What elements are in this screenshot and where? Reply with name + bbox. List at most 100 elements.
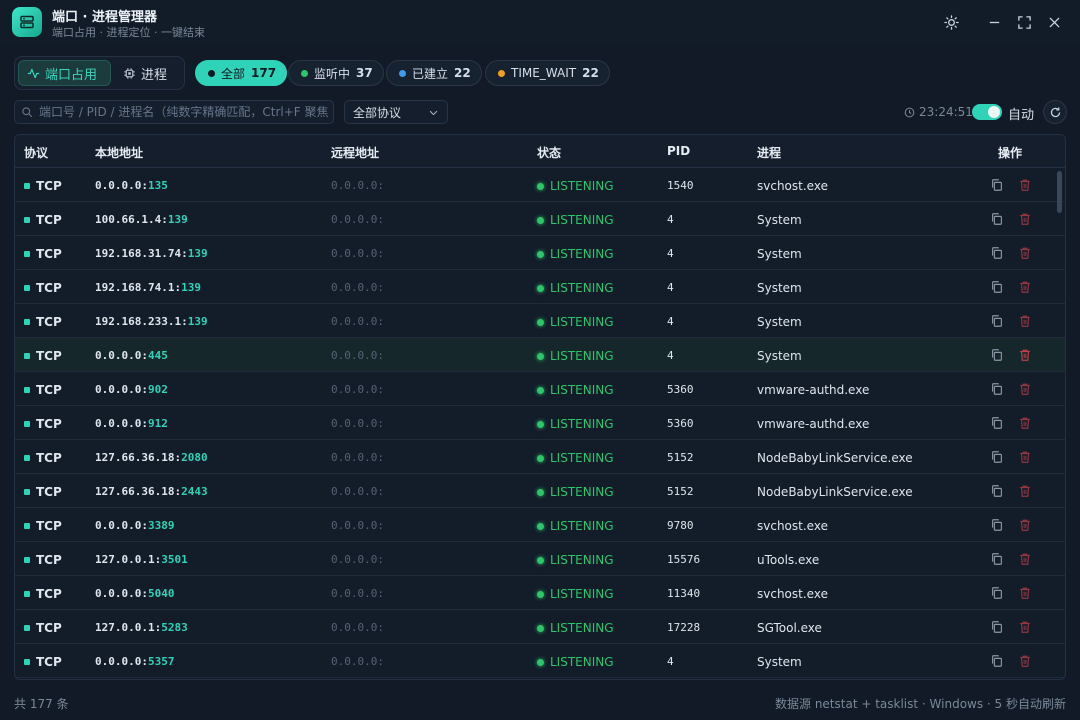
- delete-icon[interactable]: [1018, 586, 1032, 600]
- column-header-remote[interactable]: 远程地址: [331, 144, 379, 161]
- tab-processes[interactable]: 进程: [115, 60, 183, 86]
- delete-icon[interactable]: [1018, 280, 1032, 294]
- pid-cell: 5152: [667, 451, 694, 464]
- protocol-cell: TCP: [24, 315, 62, 329]
- column-header-local[interactable]: 本地地址: [95, 144, 143, 161]
- table-row[interactable]: TCP 127.0.0.1:5283 0.0.0.0: LISTENING 17228 S…: [15, 610, 1065, 644]
- protocol-marker: [24, 421, 30, 427]
- delete-icon[interactable]: [1018, 314, 1032, 328]
- copy-icon[interactable]: [990, 450, 1004, 464]
- column-header-process[interactable]: 进程: [757, 144, 781, 161]
- copy-icon[interactable]: [990, 382, 1004, 396]
- local-ip: 100.66.1.4:: [95, 213, 168, 226]
- app-title: 端口 · 进程管理器: [52, 10, 157, 25]
- filter-chip-listening[interactable]: 监听中 37: [288, 60, 384, 86]
- table-row[interactable]: TCP 100.66.1.4:139 0.0.0.0: LISTENING 4 Syste…: [15, 202, 1065, 236]
- filter-chip-time-wait[interactable]: TIME_WAIT 22: [485, 60, 610, 86]
- protocol-select[interactable]: 全部协议: [344, 100, 448, 124]
- protocol-cell: TCP: [24, 621, 62, 635]
- theme-toggle-button[interactable]: [940, 11, 962, 33]
- state-cell: LISTENING: [537, 315, 614, 329]
- minimize-button[interactable]: [983, 11, 1005, 33]
- remote-address-cell: 0.0.0.0:: [331, 621, 384, 634]
- table-row[interactable]: TCP 0.0.0.0:912 0.0.0.0: LISTENING 5360 vmwar…: [15, 406, 1065, 440]
- state-cell: LISTENING: [537, 213, 614, 227]
- table-row[interactable]: TCP 127.0.0.1:3501 0.0.0.0: LISTENING 15576 u…: [15, 542, 1065, 576]
- local-port: 135: [147, 179, 168, 192]
- table-row[interactable]: TCP 0.0.0.0:445 0.0.0.0: LISTENING 4 System: [15, 338, 1065, 372]
- filter-label: 已建立: [412, 66, 449, 81]
- delete-icon[interactable]: [1018, 212, 1032, 226]
- filter-chip-established[interactable]: 已建立 22: [386, 60, 482, 86]
- search-input[interactable]: [39, 105, 329, 119]
- title-bar: 端口 · 进程管理器 端口占用 · 进程定位 · 一键结束: [0, 0, 1080, 44]
- column-header-pid[interactable]: PID: [667, 144, 690, 158]
- state-dot: [537, 522, 544, 530]
- pid-cell: 15576: [667, 553, 701, 566]
- copy-icon[interactable]: [990, 246, 1004, 260]
- close-button[interactable]: [1043, 11, 1065, 33]
- table-row[interactable]: TCP 127.66.36.18:2443 0.0.0.0: LISTENING 515…: [15, 474, 1065, 508]
- tab-ports[interactable]: 端口占用: [18, 60, 111, 86]
- table-row[interactable]: TCP 0.0.0.0:3389 0.0.0.0: LISTENING 9780 svch…: [15, 508, 1065, 542]
- delete-icon[interactable]: [1018, 416, 1032, 430]
- table-row[interactable]: TCP 192.168.31.74:139 0.0.0.0: LISTENING 4 Sy…: [15, 236, 1065, 270]
- pid-cell: 4: [667, 281, 674, 294]
- table-row[interactable]: TCP 192.168.233.1:139 0.0.0.0: LISTENING 4 Sy…: [15, 304, 1065, 338]
- local-ip: 0.0.0.0:: [95, 655, 148, 668]
- remote-address-cell: 0.0.0.0:: [331, 349, 384, 362]
- pid-cell: 5360: [667, 383, 694, 396]
- column-header-state[interactable]: 状态: [537, 144, 561, 161]
- refresh-button[interactable]: [1043, 100, 1067, 124]
- local-port: 3501: [161, 553, 188, 566]
- copy-icon[interactable]: [990, 552, 1004, 566]
- delete-icon[interactable]: [1018, 484, 1032, 498]
- pid-cell: 9780: [667, 519, 694, 532]
- table-row[interactable]: TCP 192.168.74.1:139 0.0.0.0: LISTENING 4 Sys…: [15, 270, 1065, 304]
- copy-icon[interactable]: [990, 518, 1004, 532]
- table-row[interactable]: TCP 0.0.0.0:5040 0.0.0.0: LISTENING 11340 svc…: [15, 576, 1065, 610]
- delete-icon[interactable]: [1018, 518, 1032, 532]
- copy-icon[interactable]: [990, 484, 1004, 498]
- table-row[interactable]: TCP 0.0.0.0:135 0.0.0.0: LISTENING 1540 svcho…: [15, 168, 1065, 202]
- table-row[interactable]: TCP 0.0.0.0:5357 0.0.0.0: LISTENING 4 System: [15, 644, 1065, 678]
- scrollbar[interactable]: [1057, 171, 1062, 213]
- copy-icon[interactable]: [990, 178, 1004, 192]
- copy-icon[interactable]: [990, 620, 1004, 634]
- state-text: LISTENING: [550, 417, 614, 431]
- pid-cell: 11340: [667, 587, 701, 600]
- app-window: 端口 · 进程管理器 端口占用 · 进程定位 · 一键结束 端口占用 进程 全部…: [0, 0, 1080, 720]
- delete-icon[interactable]: [1018, 552, 1032, 566]
- delete-icon[interactable]: [1018, 246, 1032, 260]
- delete-icon[interactable]: [1018, 654, 1032, 668]
- delete-icon[interactable]: [1018, 620, 1032, 634]
- local-port: 902: [147, 383, 168, 396]
- copy-icon[interactable]: [990, 280, 1004, 294]
- local-ip: 192.168.74.1:: [95, 281, 182, 294]
- delete-icon[interactable]: [1018, 450, 1032, 464]
- column-header-protocol[interactable]: 协议: [24, 144, 48, 161]
- protocol-marker: [24, 353, 30, 359]
- fullscreen-button[interactable]: [1013, 11, 1035, 33]
- table-row[interactable]: TCP 127.66.36.18:2080 0.0.0.0: LISTENING 515…: [15, 440, 1065, 474]
- copy-icon[interactable]: [990, 212, 1004, 226]
- delete-icon[interactable]: [1018, 178, 1032, 192]
- table-row[interactable]: TCP 0.0.0.0:902 0.0.0.0: LISTENING 5360 vmwar…: [15, 372, 1065, 406]
- state-cell: LISTENING: [537, 553, 614, 567]
- copy-icon[interactable]: [990, 348, 1004, 362]
- copy-icon[interactable]: [990, 586, 1004, 600]
- delete-icon[interactable]: [1018, 348, 1032, 362]
- local-ip: 192.168.233.1:: [95, 315, 188, 328]
- filter-chip-all[interactable]: 全部 177: [195, 60, 288, 86]
- state-text: LISTENING: [550, 485, 614, 499]
- copy-icon[interactable]: [990, 314, 1004, 328]
- last-refresh-time: 23:24:51: [904, 105, 973, 119]
- status-dot: [208, 69, 215, 77]
- copy-icon[interactable]: [990, 654, 1004, 668]
- delete-icon[interactable]: [1018, 382, 1032, 396]
- state-cell: LISTENING: [537, 485, 614, 499]
- state-dot: [537, 182, 544, 190]
- auto-refresh-toggle[interactable]: [972, 104, 1002, 120]
- copy-icon[interactable]: [990, 416, 1004, 430]
- protocol-text: TCP: [36, 485, 62, 499]
